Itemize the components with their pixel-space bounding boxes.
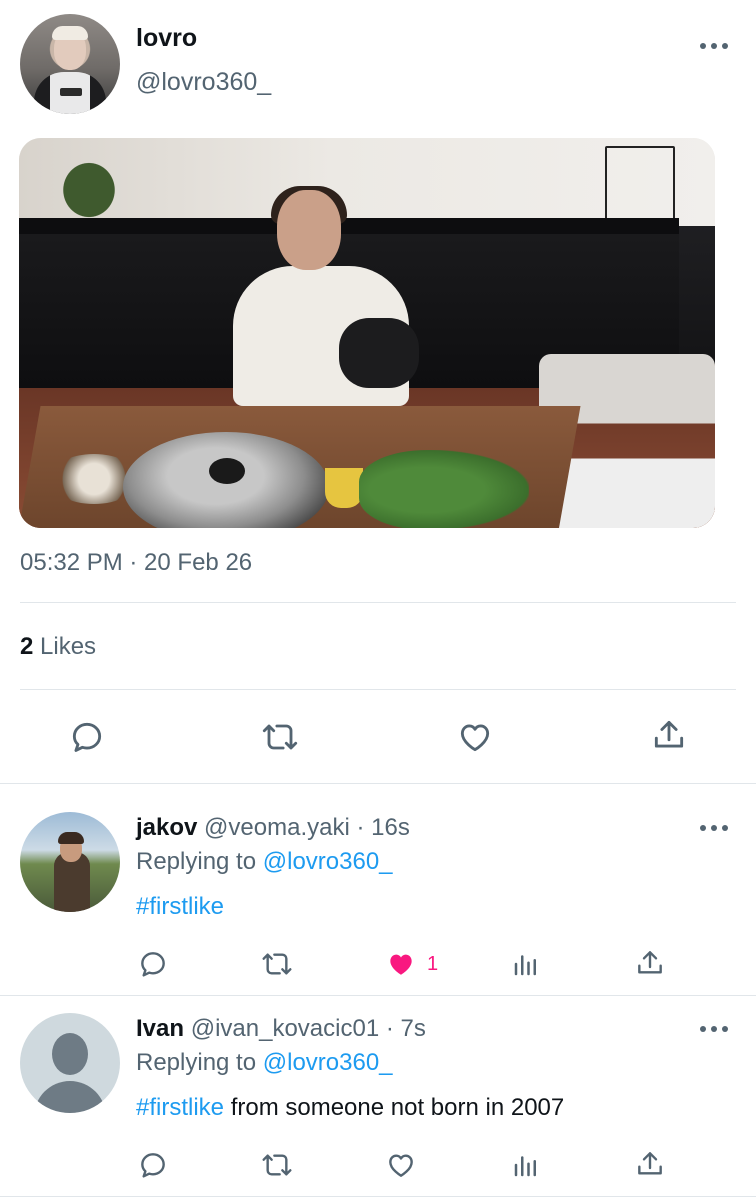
reply-header: jakov @veoma.yaki · 16s xyxy=(136,814,410,842)
like-button-liked[interactable]: 1 xyxy=(385,948,438,980)
share-icon xyxy=(638,1152,662,1175)
heart-icon xyxy=(389,1154,413,1177)
reply-display-name[interactable]: jakov xyxy=(136,814,197,841)
reply-display-name[interactable]: Ivan xyxy=(136,1015,184,1042)
divider xyxy=(0,1196,756,1197)
divider xyxy=(20,602,736,603)
like-button[interactable] xyxy=(385,1149,427,1181)
heart-filled-icon xyxy=(390,954,412,975)
retweet-button[interactable] xyxy=(258,1149,296,1181)
reply-time[interactable]: · 7s xyxy=(386,1015,426,1042)
reply-time[interactable]: · 16s xyxy=(356,814,409,841)
share-button[interactable] xyxy=(634,1148,666,1180)
reply-button[interactable] xyxy=(68,718,106,756)
reply-button[interactable] xyxy=(137,1149,169,1181)
heart-icon xyxy=(460,724,490,752)
retweet-icon xyxy=(262,953,292,975)
divider xyxy=(0,995,756,996)
replying-to-line: Replying to @lovro360_ xyxy=(136,1049,393,1077)
reply-handle[interactable]: @ivan_kovacic01 xyxy=(191,1015,379,1042)
reply-body: #firstlike from someone not born in 2007 xyxy=(136,1094,564,1122)
analytics-icon xyxy=(514,955,536,976)
analytics-button[interactable] xyxy=(511,948,541,980)
retweet-button[interactable] xyxy=(258,718,302,756)
main-handle[interactable]: @lovro360_ xyxy=(136,68,271,97)
share-icon xyxy=(638,951,662,974)
share-icon xyxy=(654,720,684,748)
replying-to-link[interactable]: @lovro360_ xyxy=(263,1049,393,1076)
reply-icon xyxy=(141,1153,165,1178)
likes-row[interactable]: 2 Likes xyxy=(20,633,96,661)
analytics-button[interactable] xyxy=(511,1149,541,1181)
hashtag-link[interactable]: #firstlike xyxy=(136,893,224,920)
avatar-lovro[interactable] xyxy=(20,14,120,114)
replying-prefix: Replying to xyxy=(136,848,257,875)
hashtag-link[interactable]: #firstlike xyxy=(136,1094,224,1121)
retweet-icon xyxy=(262,724,298,750)
like-button[interactable] xyxy=(455,718,495,756)
main-display-name[interactable]: lovro xyxy=(136,24,197,53)
reply-text: from someone not born in 2007 xyxy=(224,1094,565,1121)
replying-to-link[interactable]: @lovro360_ xyxy=(263,848,393,875)
analytics-icon xyxy=(514,1156,536,1177)
replying-prefix: Replying to xyxy=(136,1049,257,1076)
divider xyxy=(20,689,736,690)
reply-header: Ivan @ivan_kovacic01 · 7s xyxy=(136,1015,426,1043)
more-icon[interactable] xyxy=(700,823,728,833)
avatar-jakov[interactable] xyxy=(20,812,120,912)
retweet-icon xyxy=(262,1154,292,1176)
reply-body: #firstlike xyxy=(136,893,224,921)
reply-handle[interactable]: @veoma.yaki xyxy=(204,814,350,841)
reply-icon xyxy=(72,722,102,752)
more-icon[interactable] xyxy=(700,41,728,51)
reply-button[interactable] xyxy=(137,948,169,980)
share-button[interactable] xyxy=(634,947,666,979)
likes-label: Likes xyxy=(40,633,97,660)
tweet-photo[interactable] xyxy=(19,138,715,528)
avatar-default[interactable] xyxy=(20,1013,120,1113)
tweet-timestamp[interactable]: 05:32 PM · 20 Feb 26 xyxy=(20,549,252,577)
retweet-button[interactable] xyxy=(258,948,296,980)
likes-count: 2 xyxy=(20,633,34,660)
divider xyxy=(0,783,756,784)
replying-to-line: Replying to @lovro360_ xyxy=(136,848,393,876)
more-icon[interactable] xyxy=(700,1024,728,1034)
like-count: 1 xyxy=(427,952,439,975)
reply-icon xyxy=(141,952,165,977)
share-button[interactable] xyxy=(650,716,688,754)
